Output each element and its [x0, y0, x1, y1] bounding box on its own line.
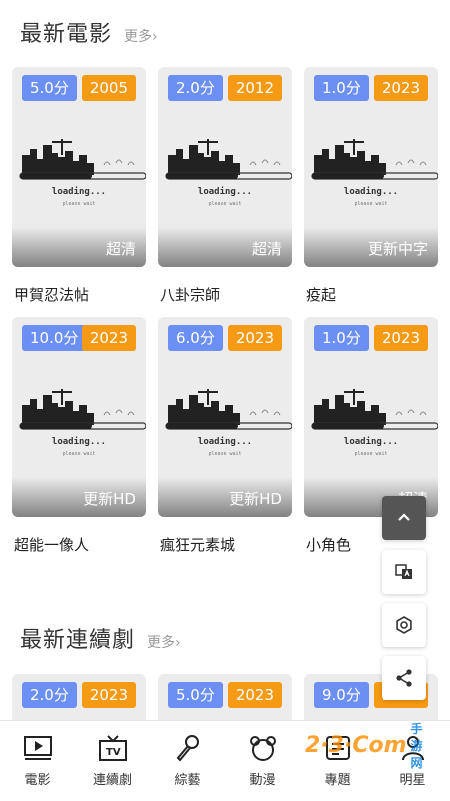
anime-icon — [246, 731, 280, 765]
loading-city-graphic: loading... please wait — [165, 139, 292, 207]
movie-card[interactable]: 1.0分 2023 loading...please wait 超清 — [304, 317, 438, 517]
site-watermark: 2·3·Com 手游网 — [305, 720, 425, 770]
tab-variety[interactable]: 綜藝 — [150, 721, 225, 801]
score-badge: 2.0分 — [22, 682, 77, 708]
movie-card[interactable]: 6.0分 2023 loading... please wait 更新HD — [158, 317, 292, 517]
tab-series[interactable]: TV 連續劇 — [75, 721, 150, 801]
watermark-sub: 手游网 — [410, 721, 423, 770]
loading-subtext: please wait — [62, 451, 95, 457]
loading-placeholder-image: loading... please wait — [304, 135, 438, 215]
movie-title[interactable]: 八卦宗師 — [160, 284, 220, 305]
movie-card[interactable]: 10.0分 2023 loading... please wait 更新HD — [12, 317, 146, 517]
score-badge: 1.0分 — [314, 325, 369, 351]
tab-label: 明星 — [399, 773, 426, 788]
microphone-icon — [171, 731, 205, 765]
loading-placeholder-image: loading... please wait — [304, 385, 438, 465]
tab-label: 專題 — [324, 773, 351, 788]
settings-button[interactable] — [382, 603, 426, 647]
loading-text: loading... — [52, 436, 106, 447]
tab-label: 動漫 — [249, 773, 276, 788]
year-badge: 2005 — [81, 75, 136, 101]
loading-city-graphic: loading... please wait — [19, 389, 146, 457]
loading-text: loading... — [198, 186, 252, 197]
loading-city-graphic: loading... please wait — [165, 389, 292, 457]
year-badge: 2023 — [373, 75, 428, 101]
loading-text: loading... — [52, 186, 106, 197]
loading-subtext: please wait — [62, 201, 95, 207]
section-title-movies: 最新電影 — [20, 22, 113, 47]
tab-anime[interactable]: 動漫 — [225, 721, 300, 801]
watermark-brand: 2·3·Com — [305, 732, 407, 758]
loading-city-graphic: loading... please wait — [311, 139, 438, 207]
year-badge: 2023 — [81, 682, 136, 708]
more-movies-link[interactable]: 更多› — [124, 26, 158, 46]
more-series-link[interactable]: 更多› — [147, 632, 181, 652]
quality-label: 更新HD — [83, 490, 136, 508]
quality-label: 超清 — [105, 240, 136, 258]
score-badge: 6.0分 — [168, 325, 223, 351]
loading-text: loading... — [344, 436, 398, 447]
tab-movies[interactable]: 電影 — [0, 721, 75, 801]
loading-city-graphic: loading... please wait — [311, 389, 438, 457]
loading-placeholder-image: loading... please wait — [158, 385, 292, 465]
movie-title[interactable]: 甲賀忍法帖 — [14, 284, 89, 305]
year-badge: 2012 — [227, 75, 282, 101]
score-badge: 10.0分 — [22, 325, 87, 351]
svg-text:TV: TV — [106, 747, 121, 758]
translate-button[interactable] — [382, 550, 426, 594]
loading-subtext: please wait — [354, 201, 387, 207]
loading-placeholder-image: loading... please wait — [12, 385, 146, 465]
share-icon — [396, 669, 412, 687]
score-badge: 9.0分 — [314, 682, 369, 708]
movie-icon — [21, 731, 55, 765]
movies-section-header: 最新電影 更多› — [20, 16, 158, 48]
quality-label: 更新中字 — [367, 240, 428, 258]
year-badge: 2023 — [227, 325, 282, 351]
movie-title[interactable]: 超能一像人 — [14, 534, 89, 555]
section-title-series: 最新連續劇 — [20, 628, 136, 653]
tab-label: 綜藝 — [174, 773, 201, 788]
movie-title[interactable]: 小角色 — [306, 534, 351, 555]
translate-icon — [395, 564, 412, 579]
share-button[interactable] — [382, 656, 426, 700]
chevron-up-icon — [398, 513, 410, 521]
year-badge: 2023 — [227, 682, 282, 708]
movie-title[interactable]: 瘋狂元素城 — [160, 534, 235, 555]
tab-label: 電影 — [24, 773, 51, 788]
quality-label: 更新HD — [229, 490, 282, 508]
series-section-header: 最新連續劇 更多› — [20, 622, 181, 654]
loading-placeholder-image: loading... please wait — [12, 135, 146, 215]
loading-subtext: please wait — [208, 201, 241, 207]
scroll-to-top-button[interactable] — [382, 496, 426, 540]
movie-card[interactable]: 2.0分 2012 loading... please wait 超清 — [158, 67, 292, 267]
loading-subtext: please wait — [354, 451, 387, 457]
movie-card[interactable]: 5.0分 2005 loading... please wait 超清 — [12, 67, 146, 267]
loading-text: loading... — [198, 436, 252, 447]
movie-title[interactable]: 疫起 — [306, 284, 336, 305]
tab-label: 連續劇 — [92, 773, 132, 788]
loading-city-graphic: loading... please wait — [19, 139, 146, 207]
quality-label: 超清 — [251, 240, 282, 258]
score-badge: 2.0分 — [168, 75, 223, 101]
year-badge: 2023 — [81, 325, 136, 351]
loading-placeholder-image: loading... please wait — [158, 135, 292, 215]
score-badge: 5.0分 — [168, 682, 223, 708]
tv-icon: TV — [96, 731, 130, 765]
loading-subtext: please wait — [208, 451, 241, 457]
year-badge: 2023 — [373, 325, 428, 351]
gear-icon — [396, 616, 412, 634]
score-badge: 1.0分 — [314, 75, 369, 101]
loading-text: loading... — [344, 186, 398, 197]
movie-card[interactable]: 1.0分 2023 loading... please wait 更新中字 — [304, 67, 438, 267]
score-badge: 5.0分 — [22, 75, 77, 101]
